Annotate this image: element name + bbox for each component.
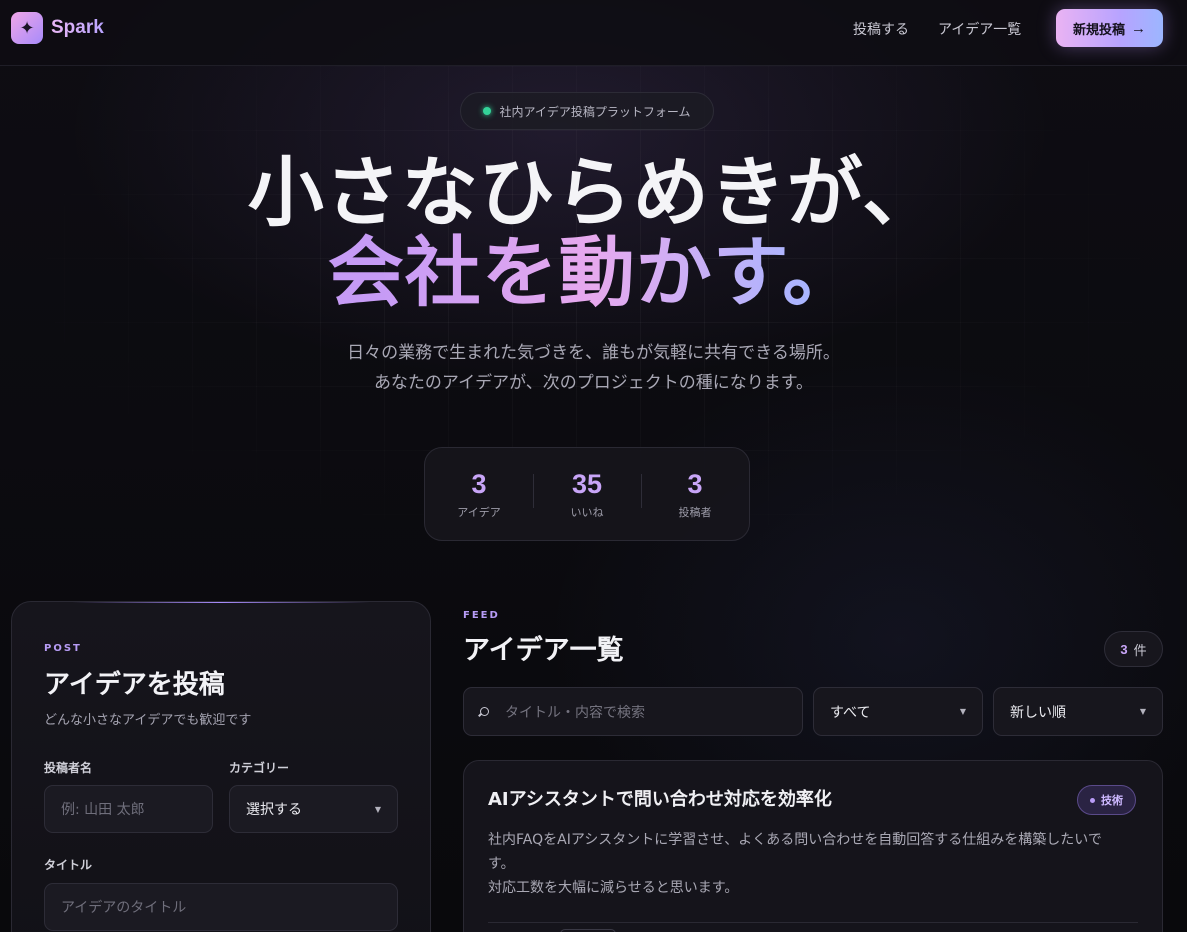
hero-subtitle-line2: あなたのアイデアが、次のプロジェクトの種になります。 [373,373,814,393]
brand-logo[interactable]: ✦ Spark [11,12,104,44]
search-placeholder: タイトル・内容で検索 [505,704,645,721]
hero-badge: 社内アイデア投稿プラットフォーム [460,92,714,130]
idea-card-title: AIアシスタントで問い合わせ対応を効率化 [488,789,832,810]
stat-likes-label: いいね [570,506,604,519]
sort-value: 新しい順 [1010,704,1066,721]
stat-ideas: 3 アイデア [425,468,533,520]
new-post-label: 新規投稿 [1072,21,1125,37]
stat-likes-value: 35 [571,469,603,499]
idea-card-body: 社内FAQをAIアシスタントに学習させ、よくある問い合わせを自動回答する仕組みを… [488,828,1140,900]
category-select[interactable]: 選択する ▼ [229,785,398,833]
top-nav: ✦ Spark 投稿する アイデア一覧 新規投稿 → [0,0,1187,66]
feed-count-value: 3 [1120,641,1128,657]
idea-card-body-line1: 社内FAQをAIアシスタントに学習させ、よくある問い合わせを自動回答する仕組みを… [488,832,1102,848]
sort-select[interactable]: 新しい順 ▼ [993,687,1163,736]
feed-count-badge: 3 件 [1104,631,1163,667]
author-name-input[interactable]: 例: 山田 太郎 [44,785,213,833]
hero-title-line1: 小さなひらめきが、 [247,148,940,237]
category-badge: 技術 [1077,785,1136,815]
stat-ideas-value: 3 [471,469,487,499]
category-select-value: 選択する [246,802,302,818]
hero-title-line2: 会社を動かす。 [0,228,1187,318]
chevron-down-icon: ▼ [959,707,966,716]
stat-likes: 35 いいね [533,468,641,520]
post-form-subtitle: どんな小さなアイデアでも歓迎です [44,713,252,728]
stat-authors: 3 投稿者 [641,468,749,520]
nav-link-ideas[interactable]: アイデア一覧 [938,19,1021,39]
feed-count-unit: 件 [1133,643,1147,659]
badge-dot-icon [1090,797,1095,803]
search-icon [480,707,489,716]
hero-subtitle-line1: 日々の業務で生まれた気づきを、誰もが気軽に共有できる場所。 [347,343,840,363]
idea-card[interactable]: AIアシスタントで問い合わせ対応を効率化 技術 社内FAQをAIアシスタントに学… [463,760,1163,932]
feed-title: アイデア一覧 [463,635,624,666]
stat-ideas-label: アイデア [457,506,501,519]
category-filter-select[interactable]: すべて ▼ [813,687,983,736]
sparkle-icon: ✦ [11,12,43,44]
post-form-panel: POST アイデアを投稿 どんな小さなアイデアでも歓迎です 投稿者名 例: 山田… [11,601,431,932]
category-badge-label: 技術 [1101,794,1123,807]
new-post-button[interactable]: 新規投稿 → [1056,9,1163,47]
chevron-down-icon: ▼ [374,804,381,814]
search-input[interactable]: タイトル・内容で検索 [463,687,803,736]
chevron-down-icon: ▼ [1139,707,1146,716]
category-label: カテゴリー [229,761,290,775]
idea-card-body-line3: 対応工数を大幅に減らせると思います。 [488,880,739,896]
stats-panel: 3 アイデア 35 いいね 3 投稿者 [424,447,750,541]
title-input[interactable]: アイデアのタイトル [44,883,398,931]
hero-title-line2-text: 会社を動かす。 [327,228,860,317]
hero-badge-text: 社内アイデア投稿プラットフォーム [499,104,691,119]
post-form-title: アイデアを投稿 [44,670,225,700]
category-filter-value: すべて [830,704,871,721]
nav-link-post[interactable]: 投稿する [853,19,909,39]
arrow-right-icon: → [1131,19,1146,37]
status-dot-icon [483,107,492,115]
stat-authors-value: 3 [687,469,703,499]
stat-authors-label: 投稿者 [678,506,712,519]
brand-name: Spark [51,17,104,38]
title-label: タイトル [44,858,93,872]
idea-card-body-line2: す。 [488,856,515,872]
post-eyebrow: POST [44,643,82,654]
author-label: 投稿者名 [44,761,93,775]
card-divider [488,922,1138,923]
feed-eyebrow: FEED [463,610,500,621]
